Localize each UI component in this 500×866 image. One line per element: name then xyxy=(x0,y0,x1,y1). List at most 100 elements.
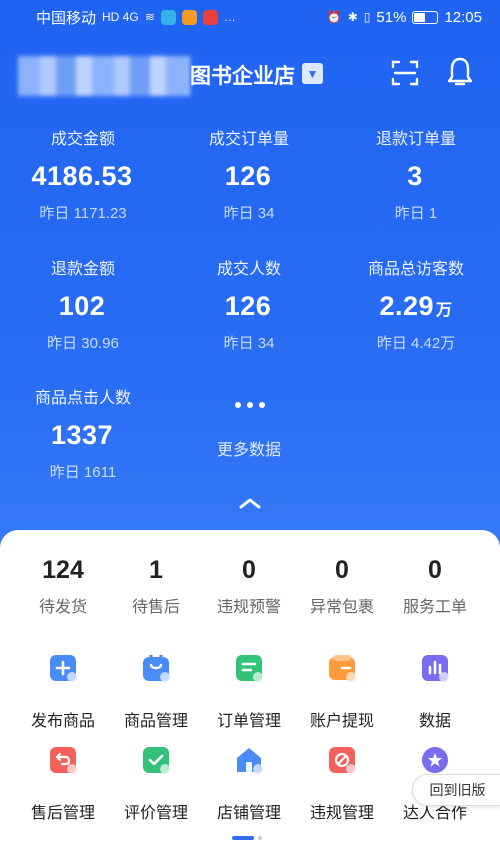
store-icon xyxy=(237,748,263,774)
tool-label: 评价管理 xyxy=(123,805,188,822)
count-after-sale[interactable]: 1 待售后 xyxy=(109,556,203,617)
stat-clicks[interactable]: 商品点击人数 1337 昨日 1611 xyxy=(0,384,166,482)
more-data-link[interactable]: 更多数据 xyxy=(166,436,332,460)
count-value: 0 xyxy=(335,556,349,584)
stat-visitors[interactable]: 商品总访客数 2.29 万 昨日 4.42万 xyxy=(333,255,499,353)
chevron-down-icon[interactable]: ▼ xyxy=(302,63,323,84)
page-indicator xyxy=(232,836,262,840)
count-violation-warning[interactable]: 0 违规预警 xyxy=(202,556,296,617)
status-bar: 中国移动 HD 4G ≋ … ⏰ ✱ ▯ 51% 12:05 xyxy=(0,0,500,34)
tool-review-manage[interactable]: 评价管理 xyxy=(109,746,203,823)
stat-yesterday: 昨日 34 xyxy=(223,205,275,222)
tool-label: 账户提现 xyxy=(309,713,374,730)
stat-yesterday: 昨日 1 xyxy=(394,205,438,222)
count-value: 0 xyxy=(428,556,442,584)
battery-level xyxy=(414,12,426,22)
count-value: 0 xyxy=(242,556,256,584)
battery-icon xyxy=(412,10,439,24)
more-notifications-icon: … xyxy=(223,10,236,24)
count-value: 1 xyxy=(149,556,163,584)
publish-product-icon xyxy=(50,655,77,682)
bar-chart-icon xyxy=(422,655,449,682)
app-notification-icon xyxy=(202,9,218,25)
tool-account-withdraw[interactable]: 账户提现 xyxy=(295,654,389,731)
wallet-icon xyxy=(329,655,356,682)
stat-value: 126 xyxy=(224,291,272,321)
tool-label: 订单管理 xyxy=(216,713,281,730)
check-review-icon xyxy=(143,747,170,774)
stat-label: 成交金额 xyxy=(50,131,115,148)
stat-yesterday: 昨日 1611 xyxy=(49,464,117,481)
page-dot-active xyxy=(232,836,254,840)
tool-store-manage[interactable]: 店铺管理 xyxy=(202,746,296,823)
count-abnormal-package[interactable]: 0 异常包裹 xyxy=(295,556,389,617)
stat-label: 成交人数 xyxy=(216,261,281,278)
chevron-up-icon[interactable] xyxy=(238,496,262,510)
stat-value: 3 xyxy=(407,161,423,191)
order-list-icon xyxy=(236,655,263,682)
tool-label: 违规管理 xyxy=(309,805,374,822)
tool-label: 商品管理 xyxy=(123,713,188,730)
stat-label: 退款金额 xyxy=(50,261,115,278)
tool-product-manage[interactable]: 商品管理 xyxy=(109,654,203,731)
count-label: 待发货 xyxy=(38,599,87,616)
page-dot xyxy=(258,836,262,840)
shop-name[interactable]: 图书企业店 xyxy=(190,60,295,90)
count-label: 服务工单 xyxy=(402,599,467,616)
stat-gmv[interactable]: 成交金额 4186.53 昨日 1171.23 xyxy=(0,125,166,223)
stat-yesterday: 昨日 34 xyxy=(223,335,275,352)
count-label: 异常包裹 xyxy=(309,599,374,616)
stat-label: 成交订单量 xyxy=(208,131,289,148)
workbench-card: 124 待发货 1 待售后 0 违规预警 0 异常包裹 0 服务工单 发布商品 … xyxy=(0,530,500,866)
tool-data[interactable]: 数据 xyxy=(388,654,482,731)
app-notification-icon xyxy=(181,9,197,25)
count-to-ship[interactable]: 124 待发货 xyxy=(16,556,110,617)
status-right: ⏰ ✱ ▯ 51% 12:05 xyxy=(327,9,482,26)
alarm-icon: ⏰ xyxy=(326,10,342,24)
bluetooth-icon: ✱ xyxy=(347,10,358,24)
violation-icon xyxy=(329,747,356,774)
stat-refund-amount[interactable]: 退款金额 102 昨日 30.96 xyxy=(0,255,166,353)
bell-icon[interactable] xyxy=(445,56,475,88)
count-label: 待售后 xyxy=(131,599,180,616)
tool-label: 发布商品 xyxy=(30,713,95,730)
stat-value: 2.29 万 xyxy=(379,291,453,321)
vibrate-icon: ▯ xyxy=(363,10,371,24)
stat-buyers[interactable]: 成交人数 126 昨日 34 xyxy=(166,255,332,353)
battery-percent: 51% xyxy=(376,8,407,26)
stat-value: 126 xyxy=(224,161,272,191)
tool-label: 数据 xyxy=(418,713,451,730)
network-label: HD 4G xyxy=(102,10,139,24)
return-icon xyxy=(50,747,77,774)
count-label: 违规预警 xyxy=(216,599,281,616)
status-left: 中国移动 HD 4G ≋ … xyxy=(36,7,236,28)
tool-label: 店铺管理 xyxy=(216,805,281,822)
shop-header: 图书企业店 ▼ xyxy=(0,44,500,104)
clock: 12:05 xyxy=(444,8,482,26)
tool-publish-product[interactable]: 发布商品 xyxy=(16,654,110,731)
wifi-icon: ≋ xyxy=(144,10,155,24)
tool-label: 售后管理 xyxy=(30,805,95,822)
more-dots-icon[interactable] xyxy=(232,400,268,410)
app-notification-icon xyxy=(160,9,176,25)
stat-value: 1337 xyxy=(50,420,114,450)
stat-label: 商品总访客数 xyxy=(367,261,464,278)
stat-value: 4186.53 xyxy=(31,161,133,191)
stat-value: 102 xyxy=(58,291,106,321)
stat-order-count[interactable]: 成交订单量 126 昨日 34 xyxy=(166,125,332,223)
stat-yesterday: 昨日 1171.23 xyxy=(39,205,127,222)
stat-yesterday: 昨日 30.96 xyxy=(47,335,119,352)
tool-violation-manage[interactable]: 违规管理 xyxy=(295,746,389,823)
shop-avatar-blurred xyxy=(18,56,190,96)
tool-after-sale-manage[interactable]: 售后管理 xyxy=(16,746,110,823)
tool-order-manage[interactable]: 订单管理 xyxy=(202,654,296,731)
stat-yesterday: 昨日 4.42万 xyxy=(376,335,456,352)
star-icon xyxy=(422,747,448,773)
count-value: 124 xyxy=(42,556,84,584)
count-service-ticket[interactable]: 0 服务工单 xyxy=(388,556,482,617)
scan-icon[interactable] xyxy=(390,58,420,88)
stat-label: 退款订单量 xyxy=(375,131,456,148)
stat-refund-orders[interactable]: 退款订单量 3 昨日 1 xyxy=(333,125,499,223)
back-to-old-version-button[interactable]: 回到旧版 xyxy=(412,774,500,806)
stat-label: 商品点击人数 xyxy=(34,390,131,407)
